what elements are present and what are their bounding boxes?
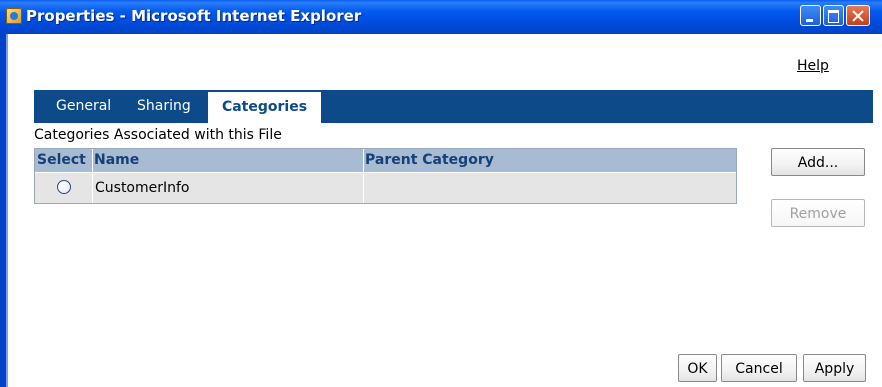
remove-button[interactable]: Remove — [771, 199, 865, 227]
ok-button[interactable]: OK — [678, 354, 717, 382]
help-link[interactable]: Help — [797, 58, 829, 74]
tab-bar: General Sharing Categories — [34, 90, 873, 123]
table-header: Select Name Parent Category — [35, 149, 736, 172]
tab-categories[interactable]: Categories — [208, 92, 321, 123]
cell-name: CustomerInfo — [95, 180, 190, 196]
table-row[interactable]: CustomerInfo — [35, 173, 736, 203]
maximize-icon[interactable] — [823, 5, 844, 26]
add-button[interactable]: Add... — [771, 148, 865, 176]
properties-window: Properties - Microsoft Internet Explorer… — [0, 0, 882, 387]
categories-table: Select Name Parent Category CustomerInfo — [34, 148, 737, 204]
column-header-parent-category: Parent Category — [365, 152, 494, 168]
column-header-name: Name — [94, 152, 140, 168]
column-divider — [363, 149, 364, 203]
tab-sharing[interactable]: Sharing — [137, 90, 191, 123]
column-header-select: Select — [37, 152, 86, 168]
row-select-radio[interactable] — [57, 180, 71, 194]
title-bar[interactable]: Properties - Microsoft Internet Explorer — [0, 0, 882, 34]
ie-page-icon — [6, 8, 22, 24]
tab-general[interactable]: General — [56, 90, 111, 123]
apply-button[interactable]: Apply — [803, 354, 866, 382]
minimize-icon[interactable] — [800, 5, 821, 26]
window-left-border — [0, 34, 8, 387]
cancel-button[interactable]: Cancel — [721, 354, 797, 382]
close-icon[interactable] — [846, 5, 870, 26]
window-title: Properties - Microsoft Internet Explorer — [26, 7, 362, 25]
section-title: Categories Associated with this File — [34, 127, 282, 143]
column-divider — [92, 149, 93, 203]
